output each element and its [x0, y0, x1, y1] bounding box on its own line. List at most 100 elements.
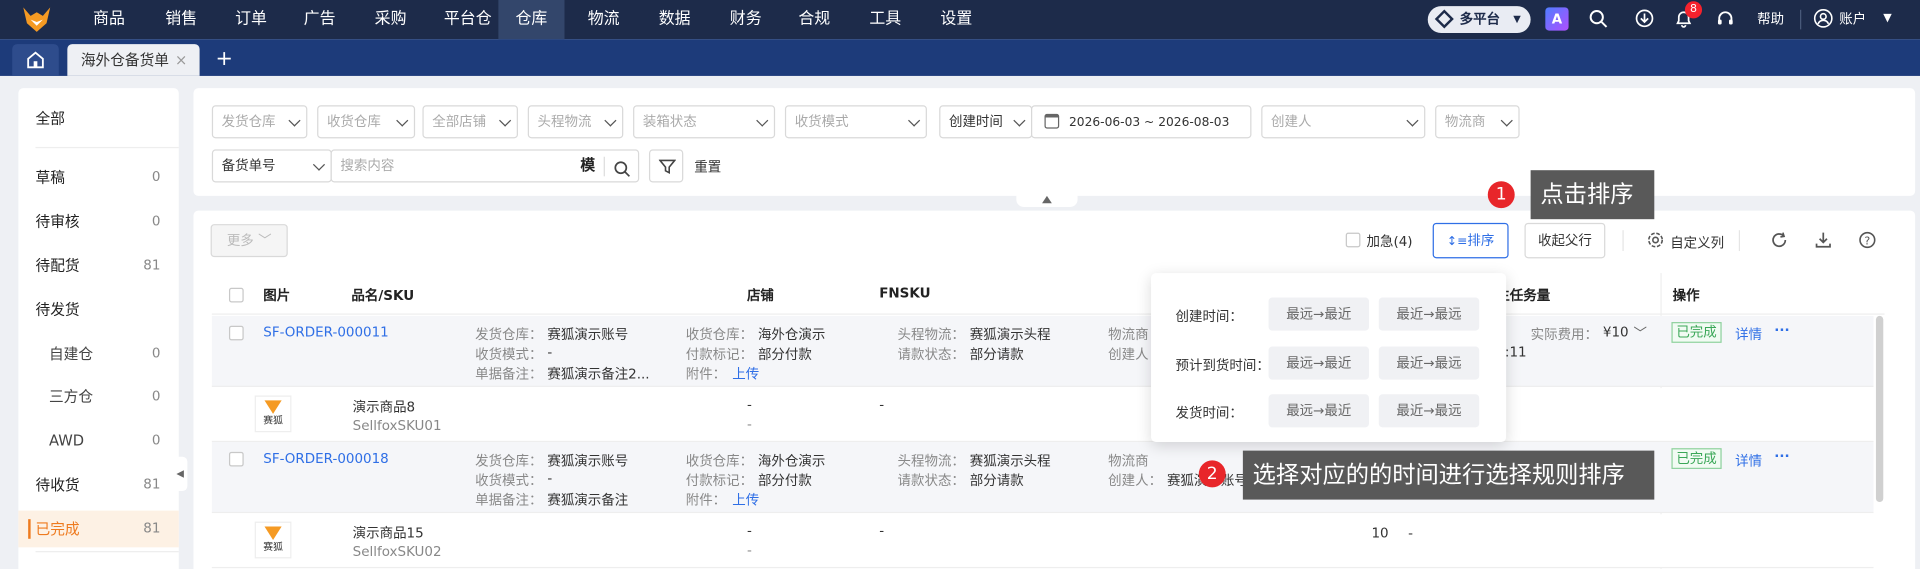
order-checkbox[interactable]	[228, 325, 244, 341]
logistics-label: 物流商	[1108, 326, 1149, 343]
filter-placeholder: 收货模式	[794, 113, 849, 130]
chevron-down-icon: ﹀	[1633, 325, 1647, 342]
nav-item-9[interactable]: 财务	[722, 0, 769, 39]
urgent-checkbox[interactable]	[1345, 232, 1361, 248]
table-scrollbar[interactable]	[1875, 315, 1884, 503]
order-id-link[interactable]: SF-ORDER-000011	[263, 324, 388, 340]
sort-desc-button[interactable]: 最近→最远	[1378, 297, 1480, 331]
creator-select[interactable]: 创建人	[1261, 105, 1426, 139]
more-icon[interactable]: ···	[1774, 448, 1789, 464]
nav-item-10[interactable]: 合规	[791, 0, 838, 39]
sidebar-item-6[interactable]: 三方仓 0	[18, 378, 178, 415]
receive-mode-value: -	[547, 470, 553, 487]
upload-link[interactable]: 上传	[732, 364, 759, 384]
search-type-select[interactable]: 备货单号	[211, 149, 332, 183]
sidebar-item-1[interactable]: 草稿 0	[18, 159, 178, 196]
platform-icon	[1434, 9, 1454, 29]
user-icon[interactable]	[1812, 9, 1834, 31]
help-circle-icon[interactable]: ?	[1859, 231, 1876, 252]
date-range-picker[interactable]: 2026-06-03 ~ 2026-08-03	[1031, 105, 1252, 139]
nav-item-3[interactable]: 广告	[296, 0, 343, 39]
filter-select-2[interactable]: 全部店铺	[422, 105, 518, 139]
receive-warehouse-label: 收货仓库：	[685, 453, 754, 469]
advanced-filter-button[interactable]	[648, 149, 684, 183]
sidebar-item-label: 草稿	[35, 168, 65, 187]
chevron-down-icon	[1406, 114, 1419, 127]
nav-item-1[interactable]: 销售	[158, 0, 205, 39]
filter-select-4[interactable]: 装箱状态	[633, 105, 776, 139]
sidebar-item-3[interactable]: 待配货 81	[18, 247, 178, 284]
order-checkbox[interactable]	[228, 451, 244, 467]
sidebar-item-count: 0	[151, 432, 161, 449]
filter-select-0[interactable]: 发货仓库	[211, 105, 308, 139]
nav-item-6[interactable]: 仓库	[498, 0, 565, 40]
search-icon[interactable]	[1587, 9, 1609, 31]
sort-desc-button[interactable]: 最近→最远	[1378, 394, 1480, 428]
first-leg-label: 头程物流：	[897, 326, 965, 343]
sidebar-item-5[interactable]: 自建仓 0	[18, 336, 178, 373]
nav-item-5[interactable]: 平台仓	[438, 0, 497, 39]
platform-switch[interactable]: 多平台 ▼	[1427, 6, 1531, 34]
filter-select-3[interactable]: 头程物流	[527, 105, 624, 139]
sidebar-item-2[interactable]: 待审核 0	[18, 203, 178, 240]
sellfox-logo[interactable]	[22, 6, 51, 33]
nav-item-4[interactable]: 采购	[367, 0, 414, 39]
thumbnail-caption: 赛狐	[263, 541, 283, 553]
reset-button[interactable]: 重置	[694, 157, 721, 177]
sort-asc-button[interactable]: 最远→最近	[1268, 394, 1369, 428]
product-thumbnail: 赛狐	[254, 395, 292, 433]
logistics-provider-select[interactable]: 物流商	[1435, 105, 1520, 139]
search-input[interactable]: 搜索内容 模	[330, 149, 640, 183]
nav-item-0[interactable]: 商品	[86, 0, 133, 39]
sidebar-item-0[interactable]: 全部	[18, 100, 178, 137]
more-actions-button[interactable]: 更多 ﹀	[210, 224, 288, 258]
ai-assistant-icon[interactable]: A	[1545, 7, 1569, 31]
refresh-icon[interactable]	[1771, 231, 1788, 252]
sidebar-item-9[interactable]: 已完成 81	[18, 510, 179, 548]
sidebar-collapse-toggle[interactable]: ◀	[175, 456, 188, 492]
sidebar-item-7[interactable]: AWD 0	[18, 422, 178, 459]
sort-desc-button[interactable]: 最近→最远	[1378, 346, 1480, 380]
search-icon[interactable]	[613, 158, 630, 189]
add-tab-icon[interactable]: +	[216, 47, 233, 71]
nav-item-11[interactable]: 工具	[862, 0, 909, 39]
collapse-filter-toggle[interactable]	[1016, 192, 1078, 207]
nav-item-2[interactable]: 订单	[228, 0, 275, 39]
sidebar-item-8[interactable]: 待收货 81	[18, 467, 178, 504]
headset-icon[interactable]	[1714, 9, 1736, 31]
sort-asc-button[interactable]: 最远→最近	[1268, 346, 1369, 380]
attachment-label: 附件：	[685, 366, 727, 383]
collapse-parent-rows-button[interactable]: 收起父行	[1524, 222, 1606, 259]
home-tab[interactable]	[12, 44, 59, 76]
order-id-link[interactable]: SF-ORDER-000018	[263, 451, 388, 467]
filter-select-1[interactable]: 收货仓库	[317, 105, 416, 139]
fuzzy-toggle[interactable]: 模	[580, 151, 595, 182]
callout-2: 选择对应的的时间进行选择规则排序	[1242, 450, 1655, 500]
filter-select-5[interactable]: 收货模式	[784, 105, 927, 139]
fox-logo-icon	[264, 526, 282, 541]
sort-button[interactable]: ↕≡排序	[1432, 222, 1509, 259]
more-icon[interactable]: ···	[1774, 322, 1789, 338]
time-type-select[interactable]: 创建时间	[939, 105, 1033, 139]
sidebar-item-4[interactable]: 待发货	[18, 291, 178, 328]
tab-overseas-stock-order[interactable]: 海外仓备货单 ×	[67, 44, 200, 76]
close-icon[interactable]: ×	[175, 44, 187, 76]
sort-asc-button[interactable]: 最远→最近	[1268, 297, 1369, 331]
help-link[interactable]: 帮助	[1749, 0, 1793, 39]
nav-item-8[interactable]: 数据	[651, 0, 698, 39]
product-row	[211, 514, 1874, 569]
product-thumbnail: 赛狐	[254, 521, 292, 559]
download-icon[interactable]	[1815, 231, 1832, 252]
search-type-value: 备货单号	[221, 157, 276, 174]
creator-label: 创建人	[1108, 346, 1149, 363]
select-all-checkbox[interactable]	[228, 287, 244, 303]
nav-item-7[interactable]: 物流	[580, 0, 627, 39]
attachment-label: 附件：	[685, 492, 727, 509]
detail-link[interactable]: 详情	[1735, 451, 1762, 471]
detail-link[interactable]: 详情	[1735, 324, 1762, 344]
upload-link[interactable]: 上传	[732, 490, 759, 510]
tab-bar: 海外仓备货单 × +	[0, 39, 1920, 76]
account-menu[interactable]: 账户	[1839, 0, 1881, 39]
download-circle-icon[interactable]	[1633, 9, 1655, 31]
nav-item-12[interactable]: 设置	[933, 0, 980, 39]
